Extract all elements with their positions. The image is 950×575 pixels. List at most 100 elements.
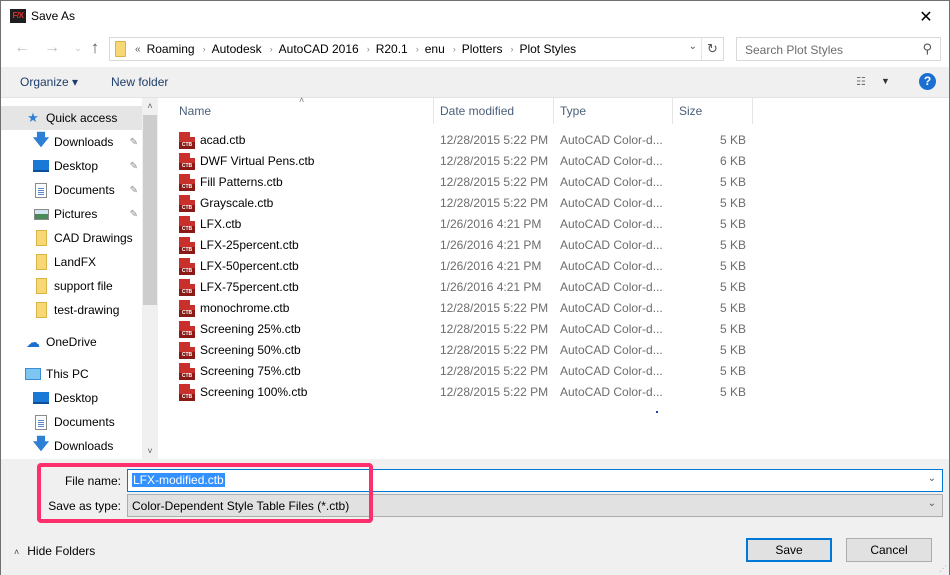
file-row[interactable]: CTB DWF Virtual Pens.ctb 12/28/2015 5:22 P… [173, 151, 753, 172]
file-type: AutoCAD Color-d... [560, 196, 663, 210]
file-date-modified: 12/28/2015 5:22 PM [440, 133, 549, 147]
ctb-file-icon: CTB [179, 258, 195, 275]
forward-button[interactable]: → [42, 38, 62, 58]
ctb-file-icon-label: CTB [179, 205, 195, 212]
file-row[interactable]: CTB monochrome.ctb 12/28/2015 5:22 PM AutoC… [173, 298, 753, 319]
chevron-right-icon[interactable]: › [416, 44, 419, 54]
sidebar-item-label: Pictures [54, 207, 98, 221]
search-input[interactable]: Search Plot Styles ⚲ [736, 37, 941, 61]
file-name-value[interactable]: LFX-modified.ctb [132, 473, 225, 487]
new-folder-button[interactable]: New folder [111, 75, 168, 89]
file-name-input[interactable]: LFX-modified.ctb ⌄ [127, 469, 943, 492]
pin-icon: ✎ [129, 160, 138, 172]
file-row[interactable]: CTB LFX-50percent.ctb 1/26/2016 4:21 PM Aut… [173, 256, 753, 277]
main-pane: ★ Quick access 🡇 Downloads ✎ Desktop ✎ Document… [1, 95, 949, 459]
file-row[interactable]: CTB Fill Patterns.ctb 12/28/2015 5:22 PM Au… [173, 172, 753, 193]
file-row[interactable]: CTB Grayscale.ctb 12/28/2015 5:22 PM AutoCA… [173, 193, 753, 214]
breadcrumb-roaming[interactable]: Roaming [147, 42, 195, 56]
file-row[interactable]: CTB Screening 75%.ctb 12/28/2015 5:22 PM Au… [173, 361, 753, 382]
column-header-name[interactable]: Name [173, 98, 434, 124]
column-header-size[interactable]: Size [673, 98, 753, 124]
sidebar-item-downloads[interactable]: 🡇 Downloads [1, 434, 142, 458]
scrollbar-thumb[interactable] [143, 115, 157, 305]
file-row[interactable]: CTB Screening 25%.ctb 12/28/2015 5:22 PM Au… [173, 319, 753, 340]
sidebar-item-label: Downloads [54, 439, 114, 453]
sidebar-item-support-file[interactable]: support file [1, 274, 142, 298]
chevron-right-icon[interactable]: › [203, 44, 206, 54]
breadcrumb-r20-1[interactable]: R20.1 [376, 42, 408, 56]
chevron-down-icon[interactable]: ⌄ [928, 498, 936, 509]
breadcrumb-overflow-button[interactable]: « [135, 44, 141, 55]
sidebar-item-test-drawing[interactable]: test-drawing [1, 298, 142, 322]
refresh-button[interactable]: ↻ [701, 38, 723, 60]
back-button[interactable]: ← [12, 38, 32, 58]
search-icon[interactable]: ⚲ [922, 41, 932, 57]
chevron-down-icon[interactable]: ⌄ [928, 473, 936, 484]
ctb-file-icon-label: CTB [179, 142, 195, 149]
ctb-file-icon-label: CTB [179, 268, 195, 275]
ctb-file-icon-label: CTB [179, 310, 195, 317]
file-type: AutoCAD Color-d... [560, 217, 663, 231]
file-list: ˄ Name Date modified Type Size CTB acad.c… [160, 95, 949, 459]
refresh-icon: ↻ [707, 41, 718, 56]
sidebar-item-label: test-drawing [54, 303, 120, 317]
sidebar-item-pictures[interactable]: Pictures ✎ [1, 202, 142, 226]
scroll-down-button[interactable]: ˅ [142, 443, 158, 459]
chevron-right-icon[interactable]: › [510, 44, 513, 54]
file-row[interactable]: CTB acad.ctb 12/28/2015 5:22 PM AutoCAD Col… [173, 130, 753, 151]
column-header-date-modified[interactable]: Date modified [434, 98, 554, 124]
breadcrumb-plot-styles[interactable]: Plot Styles [519, 42, 576, 56]
sidebar-item-quick-access[interactable]: ★ Quick access [1, 106, 142, 130]
chevron-right-icon[interactable]: › [270, 44, 273, 54]
sidebar-item-cad-drawings[interactable]: CAD Drawings [1, 226, 142, 250]
sidebar-item-landfx[interactable]: LandFX [1, 250, 142, 274]
chevron-right-icon[interactable]: › [367, 44, 370, 54]
ctb-file-icon: CTB [179, 384, 195, 401]
sidebar-item-desktop[interactable]: Desktop ✎ [1, 154, 142, 178]
view-options-dropdown[interactable]: ▼ [881, 76, 890, 86]
breadcrumb-plotters[interactable]: Plotters [462, 42, 503, 56]
file-row[interactable]: CTB Screening 50%.ctb 12/28/2015 5:22 PM Au… [173, 340, 753, 361]
file-date-modified: 12/28/2015 5:22 PM [440, 175, 549, 189]
help-button[interactable]: ? [919, 73, 936, 90]
chevron-right-icon[interactable]: › [453, 44, 456, 54]
sidebar-item-onedrive[interactable]: ☁ OneDrive [1, 330, 142, 354]
sidebar-item-label: Documents [54, 415, 115, 429]
file-row[interactable]: CTB Screening 100%.ctb 12/28/2015 5:22 PM A… [173, 382, 753, 403]
up-folder-button[interactable]: ↑ [85, 38, 105, 58]
file-date-modified: 12/28/2015 5:22 PM [440, 322, 549, 336]
sidebar-item-downloads[interactable]: 🡇 Downloads ✎ [1, 130, 142, 154]
hide-folders-button[interactable]: ˄ Hide Folders [14, 544, 95, 558]
sidebar-item-desktop[interactable]: Desktop [1, 386, 142, 410]
sidebar-item-this-pc[interactable]: This PC [1, 362, 142, 386]
view-options-icon[interactable]: ☷ [856, 75, 866, 88]
resize-grip[interactable]: ⋰ [939, 564, 947, 573]
file-row[interactable]: CTB LFX-75percent.ctb 1/26/2016 4:21 PM Aut… [173, 277, 753, 298]
file-date-modified: 12/28/2015 5:22 PM [440, 364, 549, 378]
close-button[interactable]: ✕ [903, 1, 949, 32]
breadcrumb-autodesk[interactable]: Autodesk [212, 42, 262, 56]
navigation-pane-scrollbar[interactable]: ˄ ˅ [142, 98, 158, 459]
file-row[interactable]: CTB LFX.ctb 1/26/2016 4:21 PM AutoCAD Color… [173, 214, 753, 235]
sidebar-item-documents[interactable]: Documents [1, 410, 142, 434]
file-date-modified: 1/26/2016 4:21 PM [440, 280, 542, 294]
breadcrumb-autocad-2016[interactable]: AutoCAD 2016 [279, 42, 359, 56]
organize-menu-button[interactable]: Organize ▾ [20, 75, 78, 89]
cancel-button[interactable]: Cancel [846, 538, 932, 562]
ctb-file-icon-label: CTB [179, 331, 195, 338]
save-as-type-select[interactable]: Color-Dependent Style Table Files (*.ctb… [127, 494, 943, 517]
ctb-file-icon-label: CTB [179, 289, 195, 296]
file-type: AutoCAD Color-d... [560, 301, 663, 315]
file-row[interactable]: CTB LFX-25percent.ctb 1/26/2016 4:21 PM Aut… [173, 235, 753, 256]
save-as-type-label: Save as type: [48, 499, 121, 513]
address-history-dropdown[interactable]: ⌄ [689, 41, 697, 52]
file-name: Screening 25%.ctb [200, 322, 301, 336]
search-placeholder: Search Plot Styles [745, 43, 844, 57]
column-header-type[interactable]: Type [554, 98, 673, 124]
breadcrumb-enu[interactable]: enu [425, 42, 445, 56]
scroll-up-button[interactable]: ˄ [142, 98, 158, 114]
sidebar-item-documents[interactable]: Documents ✎ [1, 178, 142, 202]
close-icon: ✕ [919, 8, 933, 26]
address-bar[interactable]: « Roaming › Autodesk › AutoCAD 2016 › R2… [109, 37, 724, 61]
save-button[interactable]: Save [746, 538, 832, 562]
